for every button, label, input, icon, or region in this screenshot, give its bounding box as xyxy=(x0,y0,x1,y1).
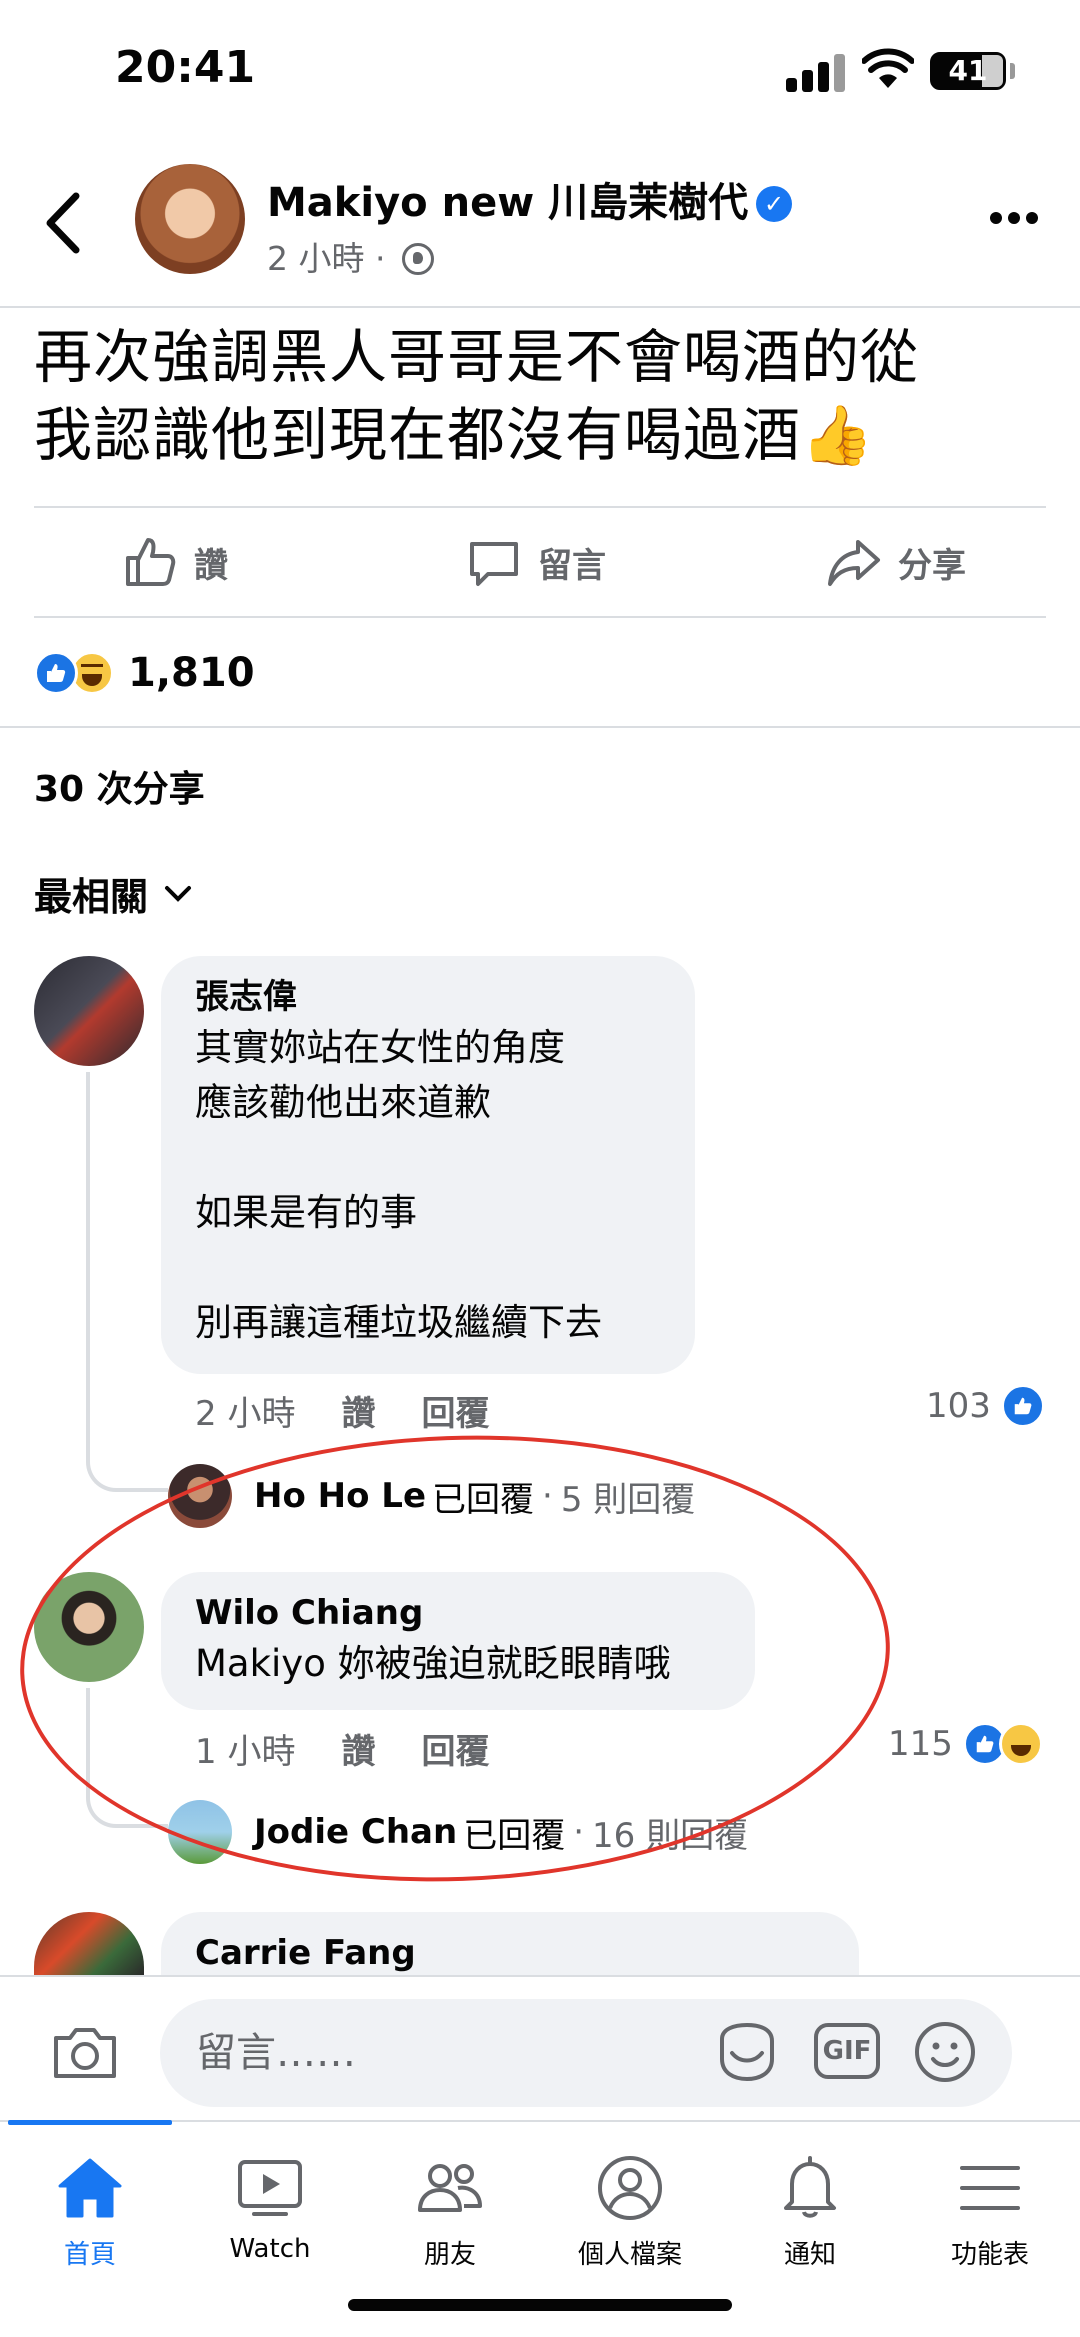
home-icon xyxy=(58,2158,122,2218)
nav-friends[interactable]: 朋友 xyxy=(360,2152,540,2271)
share-count[interactable]: 30 次分享 xyxy=(34,760,205,812)
nav-home[interactable]: 首頁 xyxy=(0,2152,180,2271)
commenter-name[interactable]: 張志偉 xyxy=(195,974,661,1020)
author-name[interactable]: Makiyo new 川島茉樹代 ✓ xyxy=(267,170,793,228)
comment-composer: GIF xyxy=(0,1975,1080,2120)
back-button[interactable] xyxy=(42,190,86,256)
comment-sort-dropdown[interactable]: 最相關 xyxy=(34,866,192,921)
hamburger-menu-icon xyxy=(960,2166,1020,2210)
globe-icon xyxy=(402,243,434,275)
comment-reaction-count[interactable]: 115 xyxy=(888,1722,1043,1766)
emoji-icon[interactable] xyxy=(912,2019,978,2085)
nav-watch[interactable]: Watch xyxy=(180,2152,360,2264)
camera-icon[interactable] xyxy=(50,2022,120,2082)
post-text-line: 再次強調黑人哥哥是不會喝酒的從 xyxy=(34,323,920,391)
wifi-icon xyxy=(862,48,914,88)
comment-like-button[interactable]: 讚 xyxy=(341,1386,375,1435)
nav-watch-label: Watch xyxy=(229,2234,311,2264)
sort-label: 最相關 xyxy=(34,875,149,919)
like-label: 讚 xyxy=(194,545,228,586)
chevron-down-icon xyxy=(165,885,192,902)
thread-connector xyxy=(86,1072,168,1492)
watch-video-icon xyxy=(238,2160,302,2216)
nav-profile-label: 個人檔案 xyxy=(577,2240,682,2270)
battery-tip xyxy=(1010,63,1015,79)
comment-meta: 2 小時 讚 回覆 xyxy=(195,1386,489,1435)
friends-icon xyxy=(418,2164,482,2212)
status-bar: 20:41 41 xyxy=(0,0,1080,140)
comment-reaction-count[interactable]: 103 xyxy=(926,1384,1045,1428)
commenter-name[interactable]: Carrie Fang xyxy=(195,1930,825,1976)
nav-profile[interactable]: 個人檔案 xyxy=(540,2152,720,2271)
battery-level: 41 xyxy=(948,54,988,87)
share-label: 分享 xyxy=(898,545,966,586)
like-reaction-icon xyxy=(1000,1384,1045,1428)
post-text-line: 我認識他到現在都沒有喝過酒👍 xyxy=(34,401,875,469)
separator-dot: · xyxy=(375,239,386,278)
comment-label: 留言 xyxy=(538,545,606,586)
status-time: 20:41 xyxy=(115,42,256,93)
share-button[interactable]: 分享 xyxy=(826,532,966,592)
post-header: Makiyo new 川島茉樹代 ✓ 2 小時 · xyxy=(0,140,1080,308)
author-avatar[interactable] xyxy=(135,164,245,274)
cellular-signal-icon xyxy=(786,52,846,92)
post-timestamp: 2 小時 · xyxy=(267,232,434,280)
gif-button[interactable]: GIF xyxy=(814,2023,880,2079)
comment-input[interactable] xyxy=(160,1999,1012,2107)
author-name-text[interactable]: Makiyo new 川島茉樹代 xyxy=(267,180,748,226)
reactions-summary[interactable]: 1,810 xyxy=(34,643,255,703)
active-tab-indicator xyxy=(8,2120,172,2125)
more-options-button[interactable] xyxy=(990,212,1038,228)
nav-menu[interactable]: 功能表 xyxy=(900,2152,1080,2271)
nav-friends-label: 朋友 xyxy=(423,2240,476,2270)
comment-bubble: 張志偉 其實妳站在女性的角度 應該勸他出來道歉 如果是有的事 別再讓這種垃圾繼續… xyxy=(161,956,695,1374)
thumbs-up-icon xyxy=(126,538,176,586)
post-time-text: 2 小時 xyxy=(267,239,365,278)
profile-icon xyxy=(598,2156,662,2220)
gif-label: GIF xyxy=(822,2036,872,2066)
comment-reaction-number: 103 xyxy=(926,1386,991,1426)
comment-reaction-number: 115 xyxy=(888,1724,953,1764)
comment-reply-button[interactable]: 回覆 xyxy=(421,1386,489,1435)
comment-text: 其實妳站在女性的角度 應該勸他出來道歉 如果是有的事 別再讓這種垃圾繼續下去 xyxy=(195,1026,602,1344)
comment-bubble-icon xyxy=(470,542,518,586)
like-reaction-icon xyxy=(34,651,78,695)
comment-time: 2 小時 xyxy=(195,1394,296,1434)
nav-notifications[interactable]: 通知 xyxy=(720,2152,900,2271)
comment-bubble: Carrie Fang xyxy=(161,1912,859,1975)
commenter-avatar[interactable] xyxy=(34,956,144,1066)
verified-badge-icon: ✓ xyxy=(756,186,793,222)
bell-icon xyxy=(784,2156,836,2218)
post-body: 再次強調黑人哥哥是不會喝酒的從 我認識他到現在都沒有喝過酒👍 xyxy=(34,318,1054,474)
share-arrow-icon xyxy=(828,540,880,586)
reaction-count: 1,810 xyxy=(128,650,255,696)
commenter-avatar[interactable] xyxy=(34,1912,144,1975)
nav-home-label: 首頁 xyxy=(63,2240,116,2270)
sticker-icon[interactable] xyxy=(714,2019,780,2085)
haha-reaction-icon xyxy=(998,1722,1043,1766)
nav-menu-label: 功能表 xyxy=(950,2240,1029,2270)
battery-icon: 41 xyxy=(930,52,1006,90)
post-action-row: 讚 留言 分享 xyxy=(34,506,1046,618)
comment-button[interactable]: 留言 xyxy=(466,532,606,592)
like-button[interactable]: 讚 xyxy=(122,532,228,592)
nav-notifications-label: 通知 xyxy=(783,2240,836,2270)
home-indicator[interactable] xyxy=(348,2299,732,2311)
divider xyxy=(0,726,1080,728)
